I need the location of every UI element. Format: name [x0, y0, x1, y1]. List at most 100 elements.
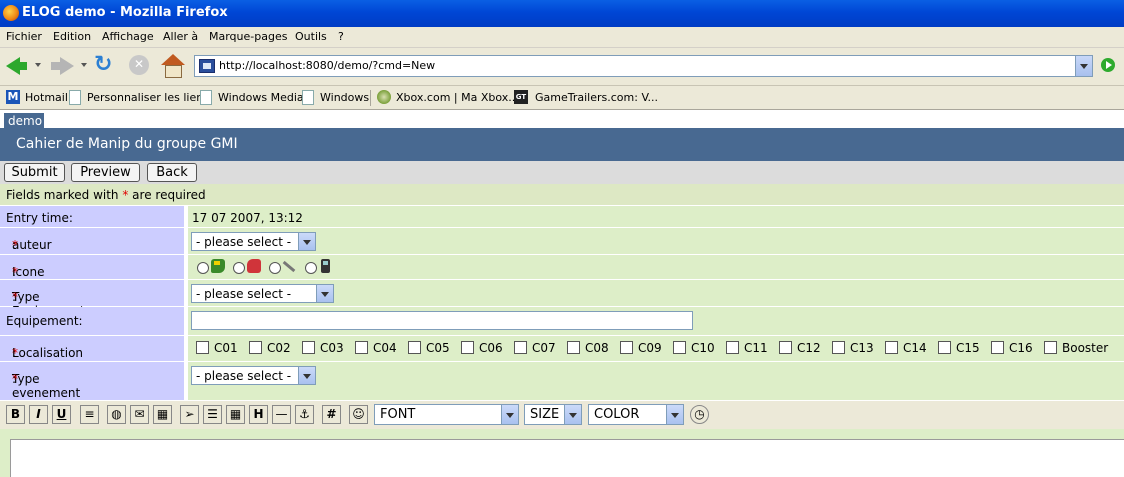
checkbox-label: C08: [585, 341, 609, 355]
address-dropdown-icon[interactable]: [1075, 56, 1092, 76]
bookmark-xbox[interactable]: Xbox.com | Ma Xbox...: [396, 91, 519, 104]
page-icon: [69, 90, 81, 105]
icone-radio-4[interactable]: [305, 262, 317, 274]
back-arrow-icon[interactable]: [4, 54, 30, 78]
back-history-dropdown-icon[interactable]: [35, 63, 41, 67]
label-colon: :: [12, 265, 17, 279]
forward-arrow-icon[interactable]: [50, 54, 76, 78]
menu-fichier[interactable]: Fichier: [6, 30, 42, 43]
type-equipement-label-cell: Type Equipement*:: [0, 280, 186, 318]
bold-button[interactable]: B: [6, 405, 25, 424]
checkbox-c08[interactable]: [567, 341, 580, 354]
anchor-icon[interactable]: ⚓: [295, 405, 314, 424]
chevron-down-icon[interactable]: [298, 233, 315, 250]
back-button[interactable]: Back: [147, 163, 197, 182]
checkbox-c13[interactable]: [832, 341, 845, 354]
go-icon[interactable]: [1101, 58, 1115, 72]
bookmark-personnaliser[interactable]: Personnaliser les liens: [87, 91, 209, 104]
checkbox-c05[interactable]: [408, 341, 421, 354]
checkbox-label: C15: [956, 341, 980, 355]
required-note-text-end: are required: [128, 188, 206, 202]
checkbox-c04[interactable]: [355, 341, 368, 354]
forward-history-dropdown-icon[interactable]: [81, 63, 87, 67]
preview-button[interactable]: Preview: [71, 163, 140, 182]
menu-aller[interactable]: Aller à: [163, 30, 198, 43]
checkbox-c10[interactable]: [673, 341, 686, 354]
checkbox-c14[interactable]: [885, 341, 898, 354]
chevron-down-icon[interactable]: [316, 285, 333, 302]
email-icon[interactable]: ✉: [130, 405, 149, 424]
center-align-icon[interactable]: ≡: [80, 405, 99, 424]
checkbox-label: C10: [691, 341, 715, 355]
smiley-icon[interactable]: ☺: [349, 405, 368, 424]
bookmark-gametrailers[interactable]: GameTrailers.com: V...: [535, 91, 658, 104]
color-select[interactable]: COLOR: [588, 404, 684, 425]
menu-affichage[interactable]: Affichage: [102, 30, 154, 43]
checkbox-c03[interactable]: [302, 341, 315, 354]
size-select[interactable]: SIZE: [524, 404, 582, 425]
checkbox-c06[interactable]: [461, 341, 474, 354]
checkbox-label: C09: [638, 341, 662, 355]
menu-marque-pages[interactable]: Marque-pages: [209, 30, 287, 43]
checkbox-booster[interactable]: [1044, 341, 1057, 354]
heading-button[interactable]: H: [249, 405, 268, 424]
icone-radio-3[interactable]: [269, 262, 281, 274]
font-select[interactable]: FONT: [374, 404, 519, 425]
checkbox-c07[interactable]: [514, 341, 527, 354]
icone-radio-2[interactable]: [233, 262, 245, 274]
tab-demo[interactable]: demo: [4, 113, 44, 129]
stop-icon[interactable]: [127, 54, 153, 78]
checkbox-c16[interactable]: [991, 341, 1004, 354]
list-icon[interactable]: ☰: [203, 405, 222, 424]
home-icon[interactable]: [160, 54, 186, 78]
checkbox-c09[interactable]: [620, 341, 633, 354]
address-bar[interactable]: http://localhost:8080/demo/?cmd=New: [194, 55, 1093, 77]
image-icon[interactable]: ▦: [153, 405, 172, 424]
checkbox-c01[interactable]: [196, 341, 209, 354]
chevron-down-icon[interactable]: [564, 405, 581, 424]
label-colon: :: [12, 372, 17, 386]
quote-icon[interactable]: ➢: [180, 405, 199, 424]
menu-help[interactable]: ?: [338, 30, 344, 43]
checkbox-c12[interactable]: [779, 341, 792, 354]
bookmark-windows[interactable]: Windows: [320, 91, 369, 104]
menu-outils[interactable]: Outils: [295, 30, 327, 43]
auteur-select[interactable]: - please select -: [191, 232, 316, 251]
page-icon: [302, 90, 314, 105]
checkbox-label: C12: [797, 341, 821, 355]
type-evenement-value-cell: - please select -: [188, 362, 1124, 400]
equipement-input[interactable]: [191, 311, 693, 330]
bookmark-windows-media[interactable]: Windows Media: [218, 91, 304, 104]
required-note: Fields marked with * are required: [6, 188, 206, 202]
reload-icon[interactable]: [92, 52, 118, 78]
checkbox-label: C06: [479, 341, 503, 355]
localisation-value-cell: C01 C02 C03 C04 C05 C06 C07 C08 C09 C10 …: [188, 336, 1124, 361]
checkbox-c11[interactable]: [726, 341, 739, 354]
checkbox-c02[interactable]: [249, 341, 262, 354]
type-equipement-select[interactable]: - please select -: [191, 284, 334, 303]
submit-button[interactable]: Submit: [4, 163, 65, 182]
checkbox-c15[interactable]: [938, 341, 951, 354]
underline-button[interactable]: U: [52, 405, 71, 424]
table-icon[interactable]: ▦: [226, 405, 245, 424]
chevron-down-icon[interactable]: [298, 367, 315, 384]
text-editor[interactable]: [10, 439, 1124, 477]
code-button[interactable]: #: [322, 405, 341, 424]
bookmark-separator: [370, 90, 371, 106]
menu-edition[interactable]: Edition: [53, 30, 91, 43]
color-select-value: COLOR: [594, 407, 640, 422]
bookmarks-toolbar: M Hotmail Personnaliser les liens Window…: [0, 86, 1124, 110]
equipement-row: Equipement:: [0, 307, 1124, 336]
horizontal-line-icon[interactable]: —: [272, 405, 291, 424]
globe-link-icon[interactable]: ◍: [107, 405, 126, 424]
clock-icon[interactable]: ◷: [690, 405, 709, 424]
icone-radio-1[interactable]: [197, 262, 209, 274]
italic-button[interactable]: I: [29, 405, 48, 424]
checkbox-label: C01: [214, 341, 238, 355]
wrench-icon: [282, 260, 296, 273]
chevron-down-icon[interactable]: [501, 405, 518, 424]
type-evenement-select[interactable]: - please select -: [191, 366, 316, 385]
chevron-down-icon[interactable]: [666, 405, 683, 424]
bookmark-hotmail[interactable]: Hotmail: [25, 91, 68, 104]
checkbox-label: C05: [426, 341, 450, 355]
